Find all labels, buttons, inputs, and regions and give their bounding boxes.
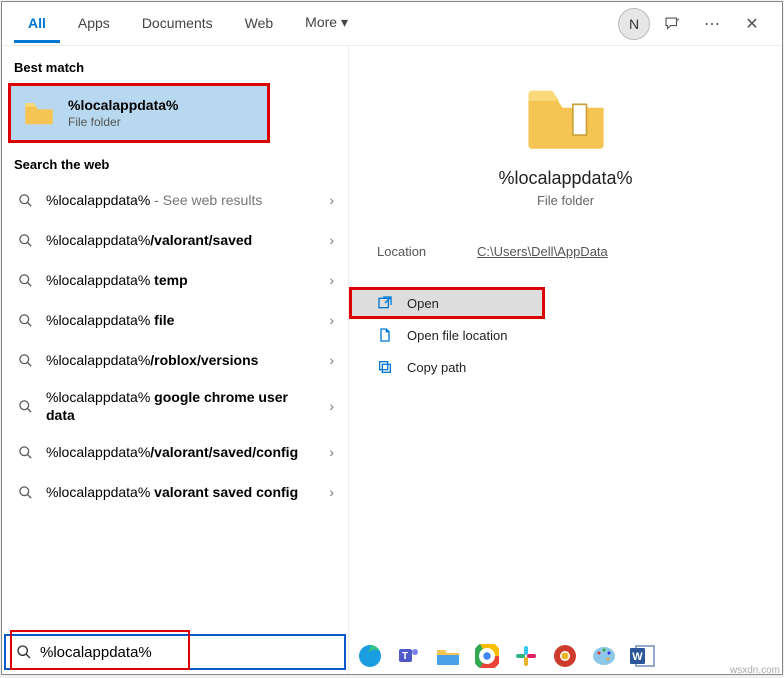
search-icon [16,644,32,660]
web-result-item[interactable]: %localappdata%/roblox/versions › [2,340,348,380]
tab-apps[interactable]: Apps [64,5,124,43]
open-icon [377,295,393,311]
more-icon[interactable]: ⋯ [694,6,730,42]
chevron-right-icon: › [329,444,334,460]
folder-icon-large [525,82,607,154]
open-label: Open [407,296,439,311]
web-result-item[interactable]: %localappdata% file › [2,300,348,340]
tab-documents[interactable]: Documents [128,5,227,43]
tab-more-label: More [305,14,337,30]
chevron-down-icon: ▾ [341,14,348,30]
search-icon [16,313,34,328]
tab-more[interactable]: More ▾ [291,4,362,43]
chevron-right-icon: › [329,312,334,328]
chevron-right-icon: › [329,192,334,208]
folder-icon [24,100,54,126]
search-icon [16,353,34,368]
best-match-title: %localappdata% [68,97,178,113]
edge-icon[interactable] [356,642,384,670]
section-search-web: Search the web [2,143,348,180]
chevron-right-icon: › [329,484,334,500]
web-result-item[interactable]: %localappdata%/valorant/saved/config › [2,432,348,472]
location-link[interactable]: C:\Users\Dell\AppData [477,244,608,259]
result-text: %localappdata%/valorant/saved [46,231,317,249]
search-input[interactable] [40,644,334,661]
tabs-bar: All Apps Documents Web More ▾ N ⋯ ✕ [2,2,782,46]
chrome-canary-icon[interactable] [551,642,579,670]
chrome-icon[interactable] [473,642,501,670]
chevron-right-icon: › [329,398,334,414]
web-result-item[interactable]: %localappdata% - See web results › [2,180,348,220]
preview-subtitle: File folder [537,193,594,208]
user-avatar[interactable]: N [618,8,650,40]
close-icon[interactable]: ✕ [734,6,770,42]
results-panel: Best match %localappdata% File folder Se… [2,46,348,674]
paint-icon[interactable] [590,642,618,670]
word-icon[interactable]: W [629,642,657,670]
svg-text:W: W [632,651,643,663]
web-result-item[interactable]: %localappdata% temp › [2,260,348,300]
search-bar[interactable] [4,634,346,670]
teams-icon[interactable]: T [395,642,423,670]
chevron-right-icon: › [329,232,334,248]
watermark: wsxdn.com [730,665,780,676]
file-location-icon [377,327,393,343]
preview-panel: %localappdata% File folder Location C:\U… [348,46,782,674]
section-best-match: Best match [2,46,348,83]
result-text: %localappdata%/valorant/saved/config [46,443,317,461]
tab-web[interactable]: Web [231,5,288,43]
feedback-icon[interactable] [654,6,690,42]
result-text: %localappdata%/roblox/versions [46,351,317,369]
web-result-item[interactable]: %localappdata% google chrome user data › [2,380,348,432]
explorer-icon[interactable] [434,642,462,670]
open-action[interactable]: Open [349,287,545,319]
result-text: %localappdata% - See web results [46,191,317,209]
tab-all[interactable]: All [14,5,60,43]
result-text: %localappdata% valorant saved config [46,483,317,501]
taskbar-tray: T W [356,642,657,670]
location-label: Location [377,244,477,259]
search-icon [16,445,34,460]
search-icon [16,273,34,288]
open-file-location-action[interactable]: Open file location [349,319,782,351]
search-icon [16,193,34,208]
copy-path-label: Copy path [407,360,466,375]
result-text: %localappdata% file [46,311,317,329]
preview-title: %localappdata% [498,168,632,189]
open-file-location-label: Open file location [407,328,507,343]
copy-path-action[interactable]: Copy path [349,351,782,383]
svg-text:T: T [402,651,408,662]
copy-icon [377,359,393,375]
web-result-item[interactable]: %localappdata%/valorant/saved › [2,220,348,260]
best-match-item[interactable]: %localappdata% File folder [8,83,270,143]
web-result-item[interactable]: %localappdata% valorant saved config › [2,472,348,512]
search-icon [16,233,34,248]
slack-icon[interactable] [512,642,540,670]
best-match-subtitle: File folder [68,115,178,129]
result-text: %localappdata% google chrome user data [46,388,317,424]
result-text: %localappdata% temp [46,271,317,289]
search-icon [16,399,34,414]
chevron-right-icon: › [329,352,334,368]
search-icon [16,485,34,500]
chevron-right-icon: › [329,272,334,288]
